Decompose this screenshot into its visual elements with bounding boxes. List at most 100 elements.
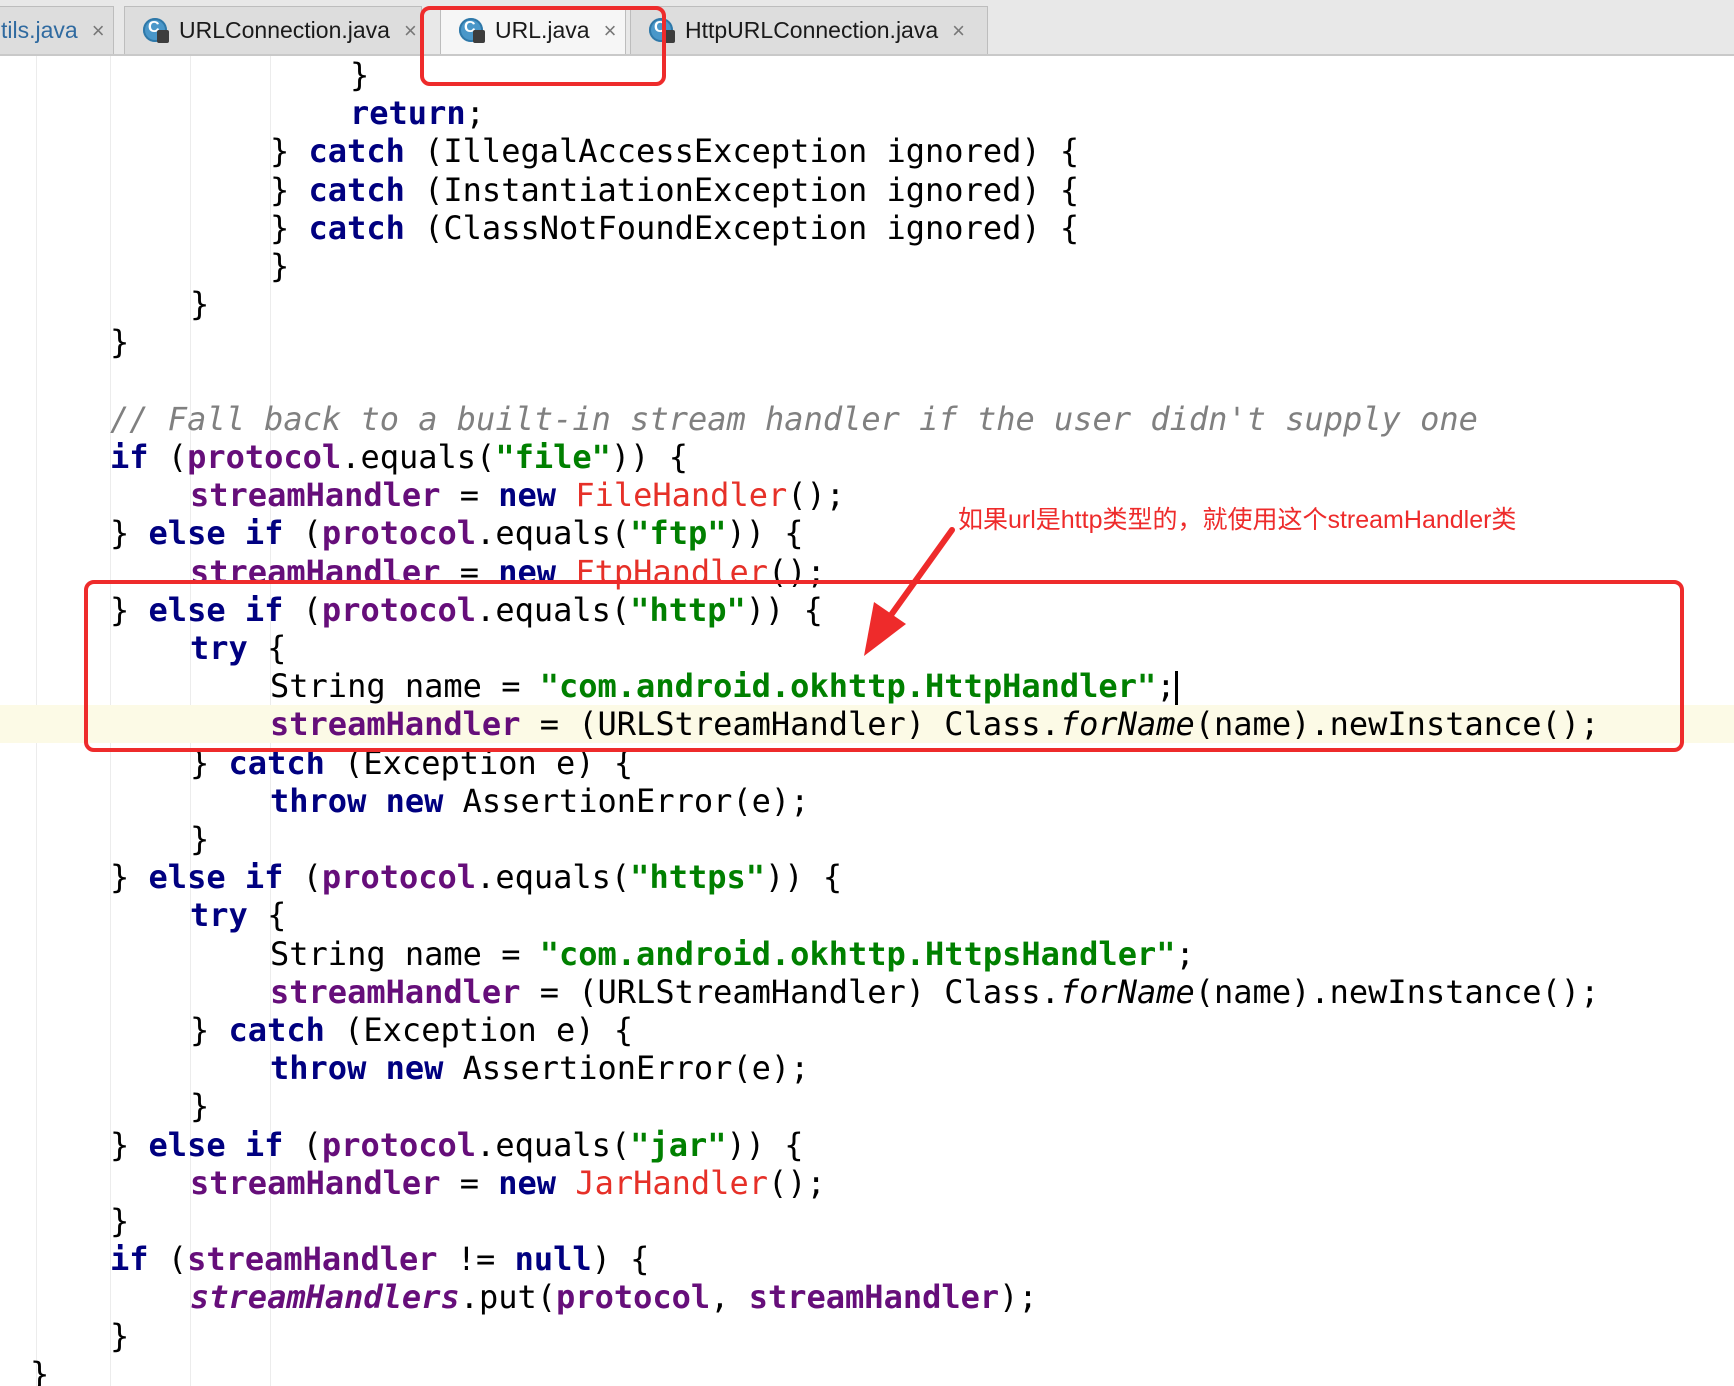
code-token: try: [190, 629, 248, 667]
code-token: = (URLStreamHandler) Class.: [520, 972, 1060, 1011]
code-token: catch: [308, 208, 405, 247]
code-token: "ftp": [630, 514, 727, 553]
code-line[interactable]: } else if (protocol.equals("http")) {: [110, 591, 823, 629]
java-class-locked-icon: C: [459, 16, 489, 46]
code-token: if: [244, 1125, 284, 1164]
annotation-note: 如果url是http类型的，就使用这个streamHandler类: [958, 506, 1517, 534]
code-line[interactable]: try {: [190, 896, 286, 934]
code-line[interactable]: }: [30, 1355, 49, 1386]
code-token: ) {: [591, 1240, 650, 1279]
code-token: }: [190, 1087, 210, 1126]
code-token: streamHandler: [748, 1278, 1000, 1317]
code-token: .equals(: [476, 1125, 631, 1164]
code-line[interactable]: streamHandler = new JarHandler();: [190, 1164, 826, 1202]
code-token: }: [110, 514, 149, 553]
code-line[interactable]: } catch (InstantiationException ignored)…: [270, 171, 1079, 209]
code-line[interactable]: }: [350, 56, 369, 94]
code-token: }: [30, 1354, 50, 1386]
code-line[interactable]: } catch (Exception e) {: [190, 1011, 633, 1049]
code-token: streamHandler: [270, 705, 521, 744]
tab-urlconnection-java[interactable]: C URLConnection.java ×: [124, 6, 422, 54]
code-token: if: [110, 1240, 149, 1279]
tab-label: HttpURLConnection.java: [685, 17, 939, 43]
code-token: protocol: [187, 438, 342, 476]
close-icon[interactable]: ×: [92, 18, 105, 44]
close-icon[interactable]: ×: [604, 18, 617, 44]
close-icon[interactable]: ×: [404, 18, 417, 44]
code-line[interactable]: } catch (IllegalAccessException ignored)…: [270, 132, 1079, 170]
code-token: ;: [1156, 667, 1176, 706]
tab-label: URL.java: [495, 17, 590, 43]
code-line[interactable]: String name = "com.android.okhttp.HttpHa…: [270, 667, 1179, 706]
code-line[interactable]: streamHandler = new FtpHandler();: [190, 553, 826, 591]
close-icon[interactable]: ×: [952, 18, 965, 44]
code-token: .equals(: [341, 438, 496, 476]
code-line[interactable]: }: [110, 1202, 129, 1240]
code-token: else: [148, 514, 226, 553]
code-line[interactable]: } catch (ClassNotFoundException ignored)…: [270, 209, 1079, 247]
code-token: "jar": [630, 1125, 727, 1164]
code-token: }: [110, 1316, 130, 1355]
code-token: (: [283, 514, 322, 553]
code-line[interactable]: } catch (Exception e) {: [190, 744, 633, 782]
code-line[interactable]: if (protocol.equals("file")) {: [110, 438, 688, 476]
code-token: (: [283, 858, 322, 897]
tab-httpurlconnection-java[interactable]: C HttpURLConnection.java ×: [630, 6, 988, 54]
code-line[interactable]: throw new AssertionError(e);: [270, 782, 809, 820]
code-token: (: [148, 1240, 188, 1279]
code-token: else: [148, 590, 226, 629]
code-token: catch: [308, 170, 405, 209]
code-token: (: [283, 590, 322, 629]
code-token: );: [999, 1278, 1038, 1317]
code-token: new: [498, 1163, 557, 1202]
code-line[interactable]: }: [190, 285, 209, 323]
code-line[interactable]: }: [110, 323, 129, 361]
code-line[interactable]: if (streamHandler != null) {: [110, 1240, 649, 1278]
code-token: FtpHandler: [575, 552, 768, 591]
code-line[interactable]: String name = "com.android.okhttp.HttpsH…: [270, 935, 1195, 973]
code-editor[interactable]: } return;} catch (IllegalAccessException …: [0, 56, 1734, 1386]
tab-utils-java[interactable]: tils.java ×: [0, 6, 114, 54]
code-line[interactable]: } else if (protocol.equals("jar")) {: [110, 1126, 804, 1164]
code-line[interactable]: return;: [350, 94, 485, 132]
code-token: {: [247, 896, 287, 935]
code-line[interactable]: } else if (protocol.equals("https")) {: [110, 858, 842, 896]
code-token: }: [270, 208, 309, 247]
code-token: String name =: [270, 667, 540, 706]
code-token: {: [247, 629, 287, 667]
code-token: ();: [787, 476, 846, 515]
code-token: protocol: [321, 514, 477, 553]
code-token: }: [190, 743, 229, 782]
code-line[interactable]: }: [190, 820, 209, 858]
code-line[interactable]: } else if (protocol.equals("ftp")) {: [110, 514, 804, 552]
code-token: if: [110, 438, 149, 476]
code-token: if: [244, 858, 284, 897]
code-token: catch: [308, 132, 405, 171]
code-token: !=: [437, 1240, 515, 1279]
code-line[interactable]: streamHandler = (URLStreamHandler) Class…: [270, 705, 1599, 743]
code-line[interactable]: streamHandler = (URLStreamHandler) Class…: [270, 973, 1599, 1011]
code-token: new: [498, 552, 557, 591]
code-token: (name).newInstance();: [1194, 705, 1600, 744]
code-token: FileHandler: [575, 476, 788, 515]
code-line[interactable]: }: [190, 1087, 209, 1125]
code-line[interactable]: streamHandler = new FileHandler();: [190, 476, 845, 514]
code-token: }: [110, 590, 149, 629]
code-line[interactable]: }: [110, 1317, 129, 1355]
code-line[interactable]: }: [270, 247, 289, 285]
code-token: ;: [1175, 934, 1195, 973]
code-line[interactable]: try {: [190, 629, 286, 667]
tab-url-java[interactable]: C URL.java ×: [440, 6, 626, 54]
code-token: null: [514, 1240, 592, 1279]
tab-label: tils.java: [1, 17, 78, 43]
code-line[interactable]: streamHandlers.put(protocol, streamHandl…: [190, 1278, 1038, 1316]
code-token: }: [270, 170, 309, 209]
code-token: }: [110, 1125, 149, 1164]
code-line[interactable]: throw new AssertionError(e);: [270, 1049, 809, 1087]
code-token: }: [190, 285, 210, 324]
code-line[interactable]: // Fall back to a built-in stream handle…: [110, 400, 1478, 438]
